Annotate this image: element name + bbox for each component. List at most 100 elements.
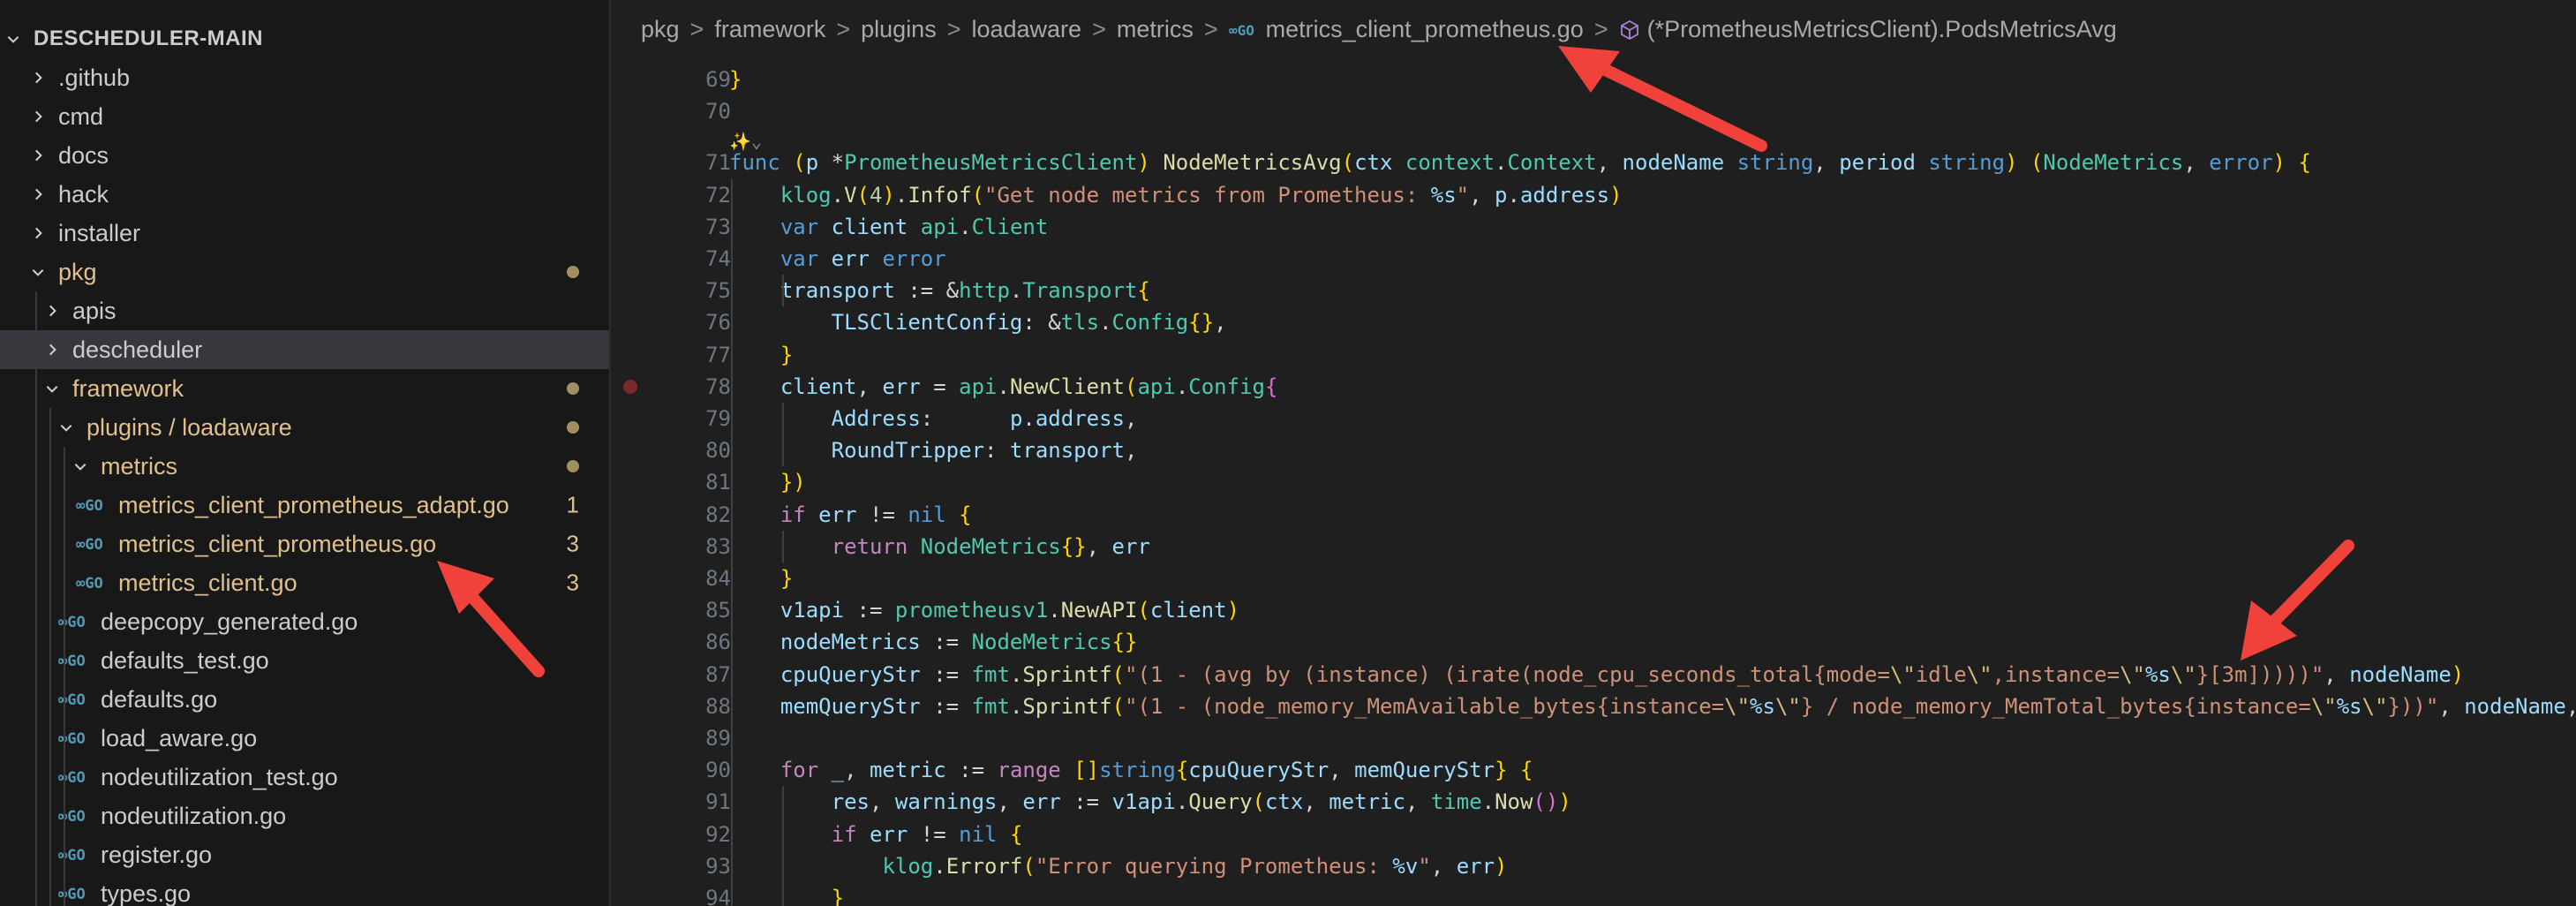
code-text: if err != nil { <box>780 502 972 527</box>
code-text: res, warnings, err := v1api.Query(ctx, m… <box>831 789 1571 815</box>
chevron-right-icon <box>44 303 60 319</box>
go-file-icon: ∞GO <box>1229 22 1254 39</box>
file-item-nodeutilization-go[interactable]: ∞GO nodeutilization.go <box>0 797 609 835</box>
file-item-register-go[interactable]: ∞GO register.go <box>0 835 609 874</box>
indent-guide <box>35 291 37 906</box>
code-line[interactable]: 88 memQueryStr := fmt.Sprintf("(1 - (nod… <box>613 691 2576 722</box>
line-number: 75 <box>705 278 731 304</box>
svg-text:∞GO: ∞GO <box>76 497 103 515</box>
tree-item-label: load_aware.go <box>101 724 258 751</box>
code-text: memQueryStr := fmt.Sprintf("(1 - (node_m… <box>780 693 2576 719</box>
code-line[interactable]: 89 <box>613 722 2576 754</box>
line-number: 84 <box>705 566 731 591</box>
line-number: 91 <box>705 789 731 815</box>
line-number: 90 <box>705 758 731 783</box>
problem-count-badge: 3 <box>566 569 579 596</box>
chevron-right-icon <box>30 225 46 241</box>
line-number: 85 <box>705 598 731 623</box>
folder-item-pkg[interactable]: pkg <box>0 253 609 291</box>
folder-item-apis[interactable]: apis <box>0 291 609 330</box>
code-line[interactable]: 76 TLSClientConfig: &tls.Config{}, <box>613 306 2576 338</box>
folder-item-hack[interactable]: hack <box>0 175 609 214</box>
line-number: 93 <box>705 853 731 879</box>
tree-item-label: cmd <box>58 102 104 130</box>
folder-item-plugins-loadaware[interactable]: plugins / loadaware <box>0 408 609 447</box>
breadcrumb-item-loadaware[interactable]: loadaware <box>971 16 1081 43</box>
breadcrumb-item-framework[interactable]: framework <box>714 16 825 43</box>
code-line[interactable]: 80 RoundTripper: transport, <box>613 434 2576 466</box>
svg-text:∞GO: ∞GO <box>58 886 86 903</box>
folder-item-metrics[interactable]: metrics <box>0 447 609 486</box>
code-line[interactable]: 81 }) <box>613 466 2576 498</box>
code-line[interactable]: 90 for _, metric := range []string{cpuQu… <box>613 754 2576 786</box>
tree-item-label: nodeutilization_test.go <box>101 763 338 790</box>
explorer-root-label: DESCHEDULER-MAIN <box>34 26 263 50</box>
breadcrumb-item-metrics[interactable]: metrics <box>1117 16 1194 43</box>
code-text: if err != nil { <box>831 821 1023 847</box>
code-text: } <box>780 566 794 591</box>
tree-item-label: installer <box>58 219 141 246</box>
tree-item-label: types.go <box>101 880 192 906</box>
code-line[interactable]: 74 var err error <box>613 243 2576 275</box>
line-number: 87 <box>705 661 731 687</box>
chevron-down-icon <box>58 419 74 435</box>
file-item-defaults-go[interactable]: ∞GO defaults.go <box>0 680 609 719</box>
line-number: 86 <box>705 630 731 655</box>
chevron-down-icon <box>30 264 46 280</box>
code-text: RoundTripper: transport, <box>831 438 1138 464</box>
folder-item-cmd[interactable]: cmd <box>0 97 609 136</box>
tree-item-label: metrics_client_prometheus.go <box>118 530 437 557</box>
line-number: 79 <box>705 406 731 431</box>
file-item-nodeutilization-test-go[interactable]: ∞GO nodeutilization_test.go <box>0 758 609 797</box>
folder-item-framework[interactable]: framework <box>0 369 609 408</box>
svg-text:∞GO: ∞GO <box>58 808 86 826</box>
indent-guide <box>731 178 733 906</box>
line-number: 70 <box>705 99 731 125</box>
code-line[interactable]: 94 } <box>613 882 2576 906</box>
annotation-arrow-sidebar-file <box>437 561 545 677</box>
line-number: 81 <box>705 470 731 495</box>
code-text: } <box>831 886 845 906</box>
breadcrumb-file[interactable]: ∞GO metrics_client_prometheus.go <box>1229 16 1584 43</box>
code-line[interactable]: 72 klog.V(4).Infof("Get node metrics fro… <box>613 179 2576 211</box>
line-number: 88 <box>705 693 731 719</box>
line-number: 83 <box>705 533 731 559</box>
code-text: client, err = api.NewClient(api.Config{ <box>780 374 1278 399</box>
code-line[interactable]: 93 klog.Errorf("Error querying Prometheu… <box>613 850 2576 882</box>
breakpoint-dot-icon[interactable] <box>623 379 637 394</box>
svg-text:∞GO: ∞GO <box>1229 22 1254 39</box>
breadcrumb-item-plugins[interactable]: plugins <box>861 16 937 43</box>
svg-text:∞GO: ∞GO <box>58 847 86 864</box>
file-item-metrics-client-prometheus-adapt-go[interactable]: ∞GO metrics_client_prometheus_adapt.go 1 <box>0 486 609 525</box>
code-text: var err error <box>780 246 946 271</box>
chevron-right-icon <box>30 70 46 86</box>
code-line[interactable]: 75 transport := &http.Transport{ <box>613 275 2576 306</box>
go-file-icon: ∞GO <box>76 495 113 515</box>
svg-text:∞GO: ∞GO <box>58 730 86 748</box>
folder-item-descheduler[interactable]: descheduler <box>0 330 609 369</box>
code-line[interactable]: 82 if err != nil { <box>613 499 2576 531</box>
code-line[interactable]: 79 Address: p.address, <box>613 403 2576 434</box>
tree-item-label: pkg <box>58 258 97 285</box>
indent-guide <box>64 447 65 906</box>
code-text: Address: p.address, <box>831 406 1138 431</box>
folder-item-docs[interactable]: docs <box>0 136 609 175</box>
folder-item-installer[interactable]: installer <box>0 214 609 253</box>
tree-item-label: docs <box>58 141 109 169</box>
folder-item-github[interactable]: .github <box>0 58 609 97</box>
file-item-load-aware-go[interactable]: ∞GO load_aware.go <box>0 719 609 758</box>
code-text: klog.Errorf("Error querying Prometheus: … <box>882 853 1508 879</box>
code-line[interactable]: 92 if err != nil { <box>613 819 2576 850</box>
code-text: } <box>780 342 794 367</box>
breadcrumb-item-pkg[interactable]: pkg <box>641 16 680 43</box>
chevron-down-icon <box>44 381 60 396</box>
code-line[interactable]: 91 res, warnings, err := v1api.Query(ctx… <box>613 786 2576 818</box>
indent-guide <box>49 408 51 906</box>
file-item-types-go[interactable]: ∞GO types.go <box>0 874 609 906</box>
inline-suggestion-icon[interactable]: ✨⌄ <box>729 131 762 152</box>
code-text: transport := &http.Transport{ <box>780 278 1150 304</box>
explorer-root[interactable]: DESCHEDULER-MAIN <box>0 19 609 58</box>
code-line[interactable]: 77 } <box>613 339 2576 371</box>
code-line[interactable]: 78 client, err = api.NewClient(api.Confi… <box>613 371 2576 403</box>
code-line[interactable]: 73 var client api.Client <box>613 211 2576 243</box>
